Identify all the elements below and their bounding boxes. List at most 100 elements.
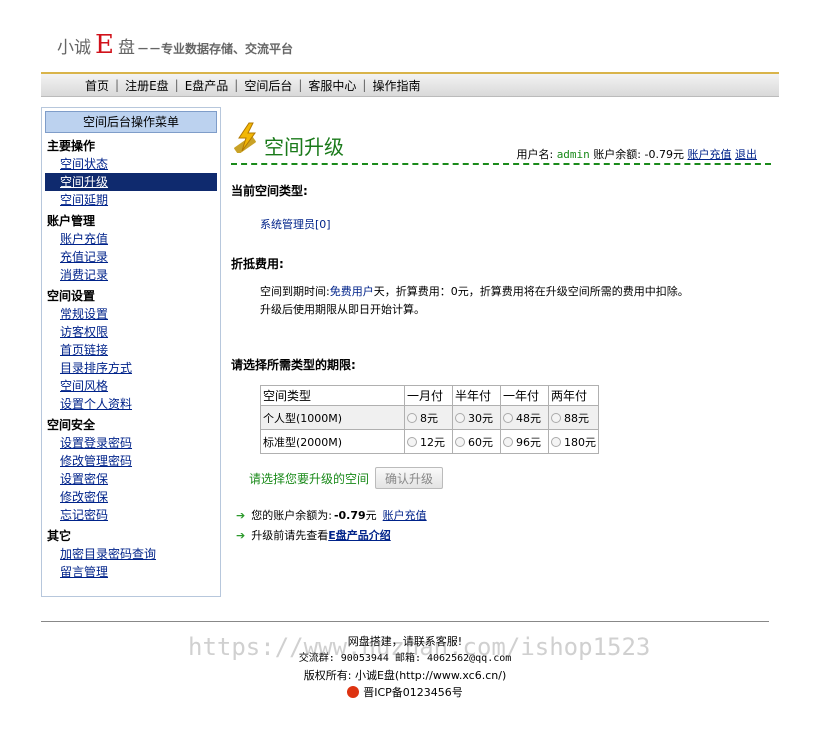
price-option[interactable]: 8元: [404, 405, 453, 430]
col-header-type: 空间类型: [260, 385, 405, 406]
logout-link[interactable]: 退出: [735, 148, 757, 161]
logo-text-2: 盘: [117, 38, 135, 58]
sidebar-item-visitor[interactable]: 访客权限: [42, 323, 220, 341]
sidebar-item-dir-sort[interactable]: 目录排序方式: [42, 359, 220, 377]
radio-button[interactable]: [407, 412, 417, 423]
price-option[interactable]: 96元: [500, 429, 549, 454]
radio-button[interactable]: [503, 436, 513, 447]
username-label: 用户名:: [516, 148, 554, 161]
balance-note-label: 您的账户余额为:: [251, 509, 332, 522]
radio-button[interactable]: [455, 412, 465, 423]
sidebar-item-dir-pwd-query[interactable]: 加密目录密码查询: [42, 545, 220, 563]
col-header-half-year: 半年付: [452, 385, 501, 406]
sidebar-item-set-secret[interactable]: 设置密保: [42, 470, 220, 488]
top-nav: 首页 | 注册E盘 | E盘产品 | 空间后台 | 客服中心 | 操作指南: [41, 72, 779, 97]
confirm-upgrade-button[interactable]: 确认升级: [375, 467, 444, 489]
arrow-right-icon: ➔: [236, 528, 246, 542]
discount-line-2: 升级后使用期限从即日开始计算。: [260, 303, 425, 316]
free-user-text: 免费用户: [329, 285, 374, 298]
sidebar-item-recharge-log[interactable]: 充值记录: [42, 248, 220, 266]
footer-icp: 晋ICP备0123456号: [41, 684, 769, 701]
sidebar-menu: 空间后台操作菜单 主要操作 空间状态 空间升级 空间延期 账户管理 账户充值 充…: [41, 107, 221, 597]
page-header: 空间升级 用户名: admin 账户余额: -0.79元 账户充值 退出: [231, 115, 771, 165]
radio-button[interactable]: [503, 412, 513, 423]
radio-button[interactable]: [551, 412, 561, 423]
price-label: 180元: [564, 435, 596, 449]
sidebar-group-security: 空间安全: [47, 418, 96, 432]
radio-button[interactable]: [551, 436, 561, 447]
sidebar-item-forgot-pwd[interactable]: 忘记密码: [42, 506, 220, 524]
price-label: 30元: [468, 411, 493, 425]
sidebar-item-edit-secret[interactable]: 修改密保: [42, 488, 220, 506]
sidebar-item-style[interactable]: 空间风格: [42, 377, 220, 395]
sidebar-group-account: 账户管理: [47, 214, 96, 228]
sidebar-item-space-extend[interactable]: 空间延期: [42, 191, 220, 209]
price-label: 88元: [564, 411, 589, 425]
sidebar-item-recharge[interactable]: 账户充值: [42, 230, 220, 248]
sidebar-item-profile[interactable]: 设置个人资料: [42, 395, 220, 413]
price-label: 60元: [468, 435, 493, 449]
sidebar-item-space-status[interactable]: 空间状态: [42, 155, 220, 173]
sidebar-item-messages[interactable]: 留言管理: [42, 563, 220, 581]
expire-label: 空间到期时间:: [260, 285, 330, 298]
logo-text-1: 小诚: [57, 38, 91, 58]
sidebar-item-space-upgrade[interactable]: 空间升级: [45, 173, 217, 191]
username: admin: [556, 148, 590, 161]
page-title: 空间升级: [264, 135, 344, 159]
nav-guide[interactable]: 操作指南: [372, 77, 420, 94]
price-option[interactable]: 12元: [404, 429, 453, 454]
sidebar-title: 空间后台操作菜单: [45, 111, 217, 133]
nav-backend[interactable]: 空间后台: [244, 77, 292, 94]
nav-products[interactable]: E盘产品: [185, 77, 229, 94]
intro-note-label: 升级前请先查看: [251, 529, 329, 542]
nav-register[interactable]: 注册E盘: [125, 77, 169, 94]
col-header-two-year: 两年付: [548, 385, 599, 406]
main-content: 空间升级 用户名: admin 账户余额: -0.79元 账户充值 退出 当前空…: [231, 115, 771, 542]
sidebar-item-login-pwd[interactable]: 设置登录密码: [42, 434, 220, 452]
price-option[interactable]: 30元: [452, 405, 501, 430]
price-option[interactable]: 48元: [500, 405, 549, 430]
price-option[interactable]: 180元: [548, 429, 599, 454]
site-logo: 小诚 E 盘 －－专业数据存储、交流平台: [57, 30, 293, 64]
nav-separator: |: [174, 78, 179, 92]
footer-contact: 网盘搭建，请联系客服!: [347, 635, 463, 648]
price-label: 12元: [420, 435, 445, 449]
nav-separator: |: [115, 78, 120, 92]
balance-note-recharge-link[interactable]: 账户充值: [383, 507, 427, 523]
price-option[interactable]: 88元: [548, 405, 599, 430]
recharge-link[interactable]: 账户充值: [688, 148, 732, 161]
footer-group-email: 交流群: 90053944 邮箱: 4062562@qq.com: [298, 653, 512, 664]
table-row: 个人型(1000M) 8元 30元 48元 88元: [260, 405, 599, 430]
sidebar-item-consume-log[interactable]: 消费记录: [42, 266, 220, 284]
balance-label: 账户余额:: [593, 148, 642, 161]
current-type-value: 系统管理员[0]: [260, 218, 331, 231]
product-intro-link[interactable]: E盘产品介绍: [328, 527, 391, 543]
discount-line-1: 空间到期时间:免费用户天，折算费用：0元，折算费用将在升级空间所需的费用中扣除。: [260, 283, 689, 301]
nav-separator: |: [362, 78, 367, 92]
sidebar-item-homepage-link[interactable]: 首页链接: [42, 341, 220, 359]
sidebar-item-general[interactable]: 常规设置: [42, 305, 220, 323]
radio-button[interactable]: [407, 436, 417, 447]
discount-text: 天，折算费用：0元，折算费用将在升级空间所需的费用中扣除。: [373, 285, 689, 298]
price-label: 96元: [516, 435, 541, 449]
balance-note-value: -0.79: [333, 508, 366, 522]
sidebar-group-other: 其它: [47, 529, 72, 543]
confirm-row: 请选择您要升级的空间 确认升级: [249, 467, 444, 489]
sidebar-group-settings: 空间设置: [47, 289, 96, 303]
radio-button[interactable]: [455, 436, 465, 447]
plan-type: 个人型(1000M): [260, 405, 405, 430]
user-info: 用户名: admin 账户余额: -0.79元 账户充值 退出: [516, 146, 757, 162]
balance-note: ➔ 您的账户余额为: -0.79 元 账户充值: [236, 507, 427, 523]
sidebar-item-admin-pwd[interactable]: 修改管理密码: [42, 452, 220, 470]
price-option[interactable]: 60元: [452, 429, 501, 454]
current-type-heading: 当前空间类型:: [231, 184, 308, 198]
arrow-right-icon: ➔: [236, 508, 246, 522]
col-header-year: 一年付: [500, 385, 549, 406]
sidebar-group-main: 主要操作: [47, 139, 96, 153]
nav-home[interactable]: 首页: [85, 77, 109, 94]
nav-service[interactable]: 客服中心: [308, 77, 356, 94]
balance-value: -0.79元: [644, 148, 684, 161]
plans-heading: 请选择所需类型的期限:: [231, 358, 356, 372]
plans-table: 空间类型 一月付 半年付 一年付 两年付 个人型(1000M) 8元 30元 4…: [260, 385, 599, 454]
logo-text-e: E: [95, 30, 114, 60]
